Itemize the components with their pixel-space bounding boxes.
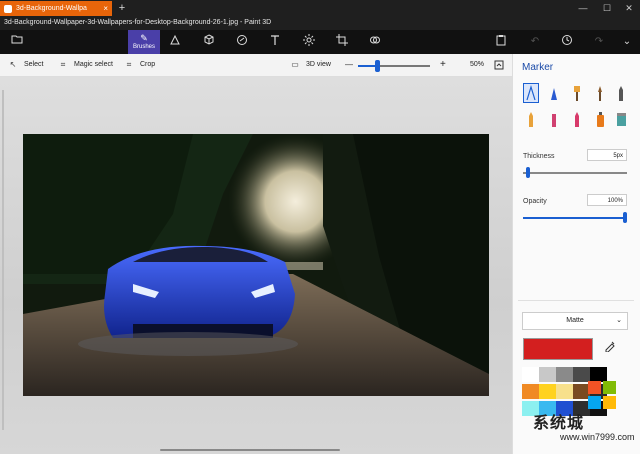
eraser-button[interactable]	[547, 110, 561, 128]
zoom-level: 50%	[470, 61, 485, 68]
panel-title: Marker	[522, 62, 554, 73]
chevron-down-icon: ⌄	[616, 317, 622, 324]
crayon-button[interactable]	[570, 110, 584, 128]
color-swatch[interactable]	[556, 367, 573, 382]
new-tab-button[interactable]: +	[116, 1, 128, 15]
3d-view-label: 3D view	[306, 61, 331, 68]
select-button[interactable]: ↖ Select	[8, 58, 44, 72]
maximize-button[interactable]: ☐	[596, 0, 618, 16]
color-swatch[interactable]	[522, 367, 539, 382]
browser-tab[interactable]: 3d-Background-Wallpa ×	[0, 1, 112, 16]
spray-can-icon	[597, 112, 604, 127]
crop-icon: ⌗	[126, 60, 132, 69]
fill-bucket-button[interactable]	[614, 110, 628, 128]
thickness-label: Thickness	[523, 153, 555, 160]
effects-icon[interactable]	[300, 34, 318, 50]
zoom-out-button[interactable]: —	[345, 58, 353, 72]
color-swatch[interactable]	[556, 384, 573, 399]
paste-icon[interactable]	[492, 34, 510, 50]
color-swatch[interactable]	[539, 367, 556, 382]
tab-close-icon[interactable]: ×	[103, 4, 108, 13]
spray-can-button[interactable]	[593, 110, 607, 128]
opacity-slider-track[interactable]	[523, 217, 627, 219]
tab-brushes[interactable]: ✎ Brushes	[128, 30, 160, 54]
watermark-text: 系统城	[533, 415, 585, 432]
oil-brush-icon	[574, 86, 580, 101]
magic-select-button[interactable]: ⌗ Magic select	[58, 58, 113, 72]
finish-dropdown-value: Matte	[566, 317, 584, 324]
thickness-value-field[interactable]: 5px	[587, 149, 627, 161]
fit-to-screen-icon[interactable]	[494, 58, 504, 72]
marker-brush-button[interactable]	[523, 83, 539, 103]
stickers-icon[interactable]	[233, 34, 251, 50]
tab-title: 3d-Background-Wallpa	[16, 5, 87, 12]
color-swatch[interactable]	[522, 384, 539, 399]
marker-icon	[526, 84, 536, 101]
menu-folder-icon[interactable]	[8, 34, 26, 50]
pencil-icon	[529, 112, 533, 127]
select-label: Select	[24, 61, 44, 68]
oil-brush-button[interactable]	[570, 84, 584, 102]
vertical-scrollbar[interactable]	[2, 90, 4, 430]
remix3d-icon[interactable]	[366, 34, 384, 50]
history-icon[interactable]	[558, 34, 576, 50]
tab-brushes-label: Brushes	[132, 44, 155, 50]
zoom-in-button[interactable]: +	[440, 58, 446, 72]
crop-label: Crop	[140, 61, 156, 68]
document-title: 3d-Background-Wallpaper-3d-Wallpapers-fo…	[0, 16, 640, 30]
opacity-value-field[interactable]: 100%	[587, 194, 627, 206]
canvas-image[interactable]	[23, 134, 489, 396]
color-swatch[interactable]	[539, 384, 556, 399]
select-cursor-icon: ↖	[9, 60, 17, 69]
magic-select-label: Magic select	[74, 61, 113, 68]
watercolor-button[interactable]	[593, 84, 607, 102]
current-color-swatch[interactable]	[523, 338, 593, 360]
3d-view-icon: ▭	[291, 60, 299, 69]
calligraphy-pen-icon	[551, 88, 557, 100]
finish-dropdown[interactable]: Matte ⌄	[522, 312, 628, 330]
opacity-label: Opacity	[523, 198, 547, 205]
main-toolbar	[0, 30, 640, 54]
pixel-pen-icon	[619, 86, 623, 101]
redo-icon[interactable]: ↷	[590, 34, 608, 50]
watermark-url: www.win7999.com	[560, 432, 635, 442]
car-road-photo	[23, 134, 489, 396]
undo-icon[interactable]: ↶	[526, 34, 544, 50]
minimize-button[interactable]: —	[572, 0, 594, 16]
watermark-windows-logo	[587, 380, 617, 410]
panel-divider	[518, 300, 634, 301]
text-icon[interactable]	[266, 34, 284, 50]
horizontal-scrollbar[interactable]	[160, 449, 340, 451]
paint3d-app-icon	[4, 4, 12, 13]
canvas-crop-icon[interactable]	[333, 34, 351, 50]
pencil-button[interactable]	[524, 110, 538, 128]
pixel-pen-button[interactable]	[614, 84, 628, 102]
more-options-icon[interactable]: ⌄	[618, 34, 636, 50]
3d-shapes-icon[interactable]	[200, 34, 218, 50]
fill-bucket-icon	[617, 113, 626, 126]
brush-icon: ✎	[140, 33, 148, 43]
magic-select-icon: ⌗	[60, 60, 66, 69]
3d-view-button[interactable]: ▭ 3D view	[290, 58, 331, 72]
2d-shapes-icon[interactable]	[166, 34, 184, 50]
calligraphy-pen-button[interactable]	[547, 84, 561, 102]
eraser-icon	[552, 114, 556, 127]
crayon-icon	[575, 112, 579, 127]
eyedropper-icon[interactable]	[600, 340, 620, 358]
opacity-slider-thumb[interactable]	[623, 212, 627, 223]
watercolor-icon	[598, 86, 602, 101]
thickness-slider-thumb[interactable]	[526, 167, 530, 178]
close-window-button[interactable]: ✕	[618, 0, 640, 16]
zoom-slider-thumb[interactable]	[375, 60, 381, 72]
thickness-slider-track[interactable]	[523, 172, 627, 174]
crop-button[interactable]: ⌗ Crop	[124, 58, 155, 72]
